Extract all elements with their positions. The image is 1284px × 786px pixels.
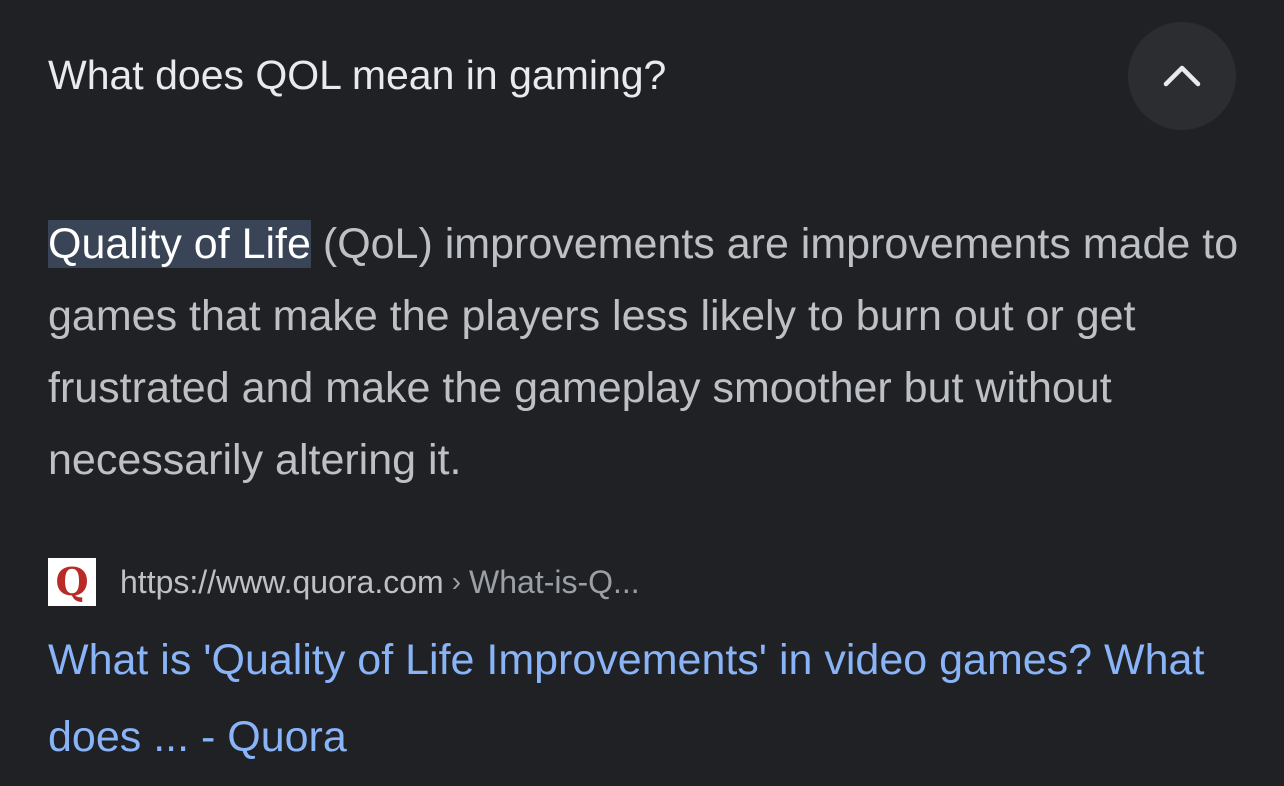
source-path[interactable]: What-is-Q... bbox=[469, 564, 640, 601]
featured-snippet: What does QOL mean in gaming? Quality of… bbox=[0, 0, 1284, 786]
answer-text: Quality of Life (QoL) improvements are i… bbox=[48, 208, 1248, 496]
question-heading[interactable]: What does QOL mean in gaming? bbox=[48, 44, 666, 106]
collapse-button[interactable] bbox=[1128, 22, 1236, 130]
breadcrumb-separator: › bbox=[451, 566, 462, 597]
chevron-up-icon bbox=[1163, 65, 1201, 87]
source-line[interactable]: Q https://www.quora.com › What-is-Q... bbox=[48, 558, 640, 606]
quora-favicon-icon: Q bbox=[48, 558, 96, 606]
result-title-link[interactable]: What is 'Quality of Life Improvements' i… bbox=[48, 622, 1248, 776]
highlighted-term: Quality of Life bbox=[48, 220, 311, 268]
favicon-letter: Q bbox=[55, 559, 89, 604]
source-url[interactable]: https://www.quora.com bbox=[120, 564, 444, 601]
